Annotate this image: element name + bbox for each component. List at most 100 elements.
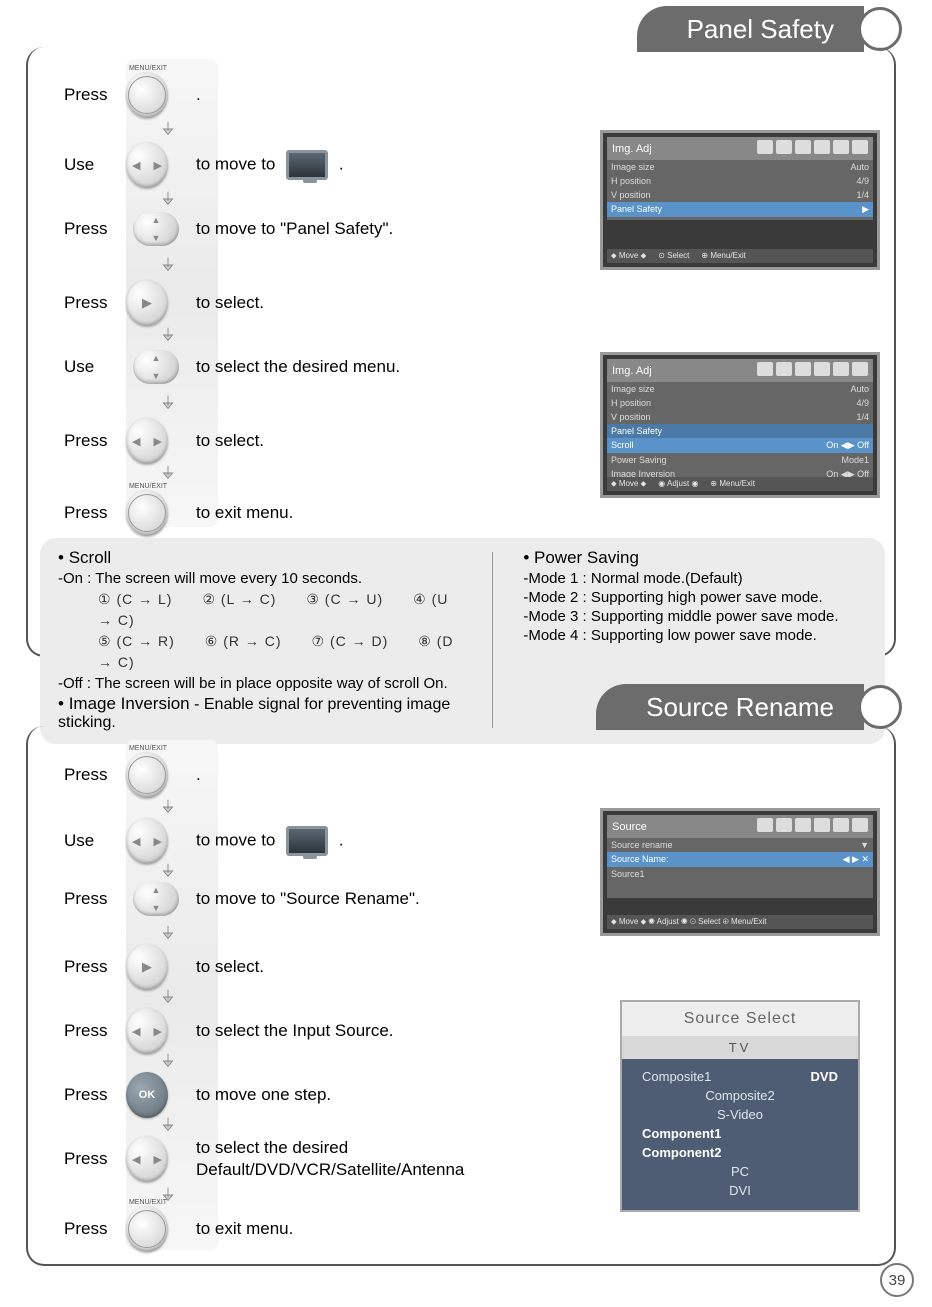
osd-footer: ⬥ Move ⬥ ◉ Adjust ◉ ⊕ Menu/Exit <box>607 477 873 491</box>
osd-row: Source rename▼ <box>607 838 873 852</box>
step-text: to select the desired Default/DVD/VCR/Sa… <box>196 1137 584 1181</box>
step-text: to select. <box>196 431 584 451</box>
step-verb: Press <box>64 431 126 451</box>
ps-step-3: Press to move to "Panel Safety". <box>64 212 584 246</box>
pre-text: to move to <box>196 154 275 173</box>
step-verb: Press <box>64 1085 126 1105</box>
mode2: -Mode 2 : Supporting high power save mod… <box>523 589 867 606</box>
right-button-icon <box>126 280 168 326</box>
step-text: to move to . <box>196 826 584 856</box>
scroll-off: -Off : The screen will be in place oppos… <box>58 675 462 692</box>
osd-row-highlight: Source Name:◀ ▶ ✕ <box>607 852 873 867</box>
step-verb: Press <box>64 85 126 105</box>
ps-step-6: Press to select. <box>64 418 584 464</box>
osd-screenshot-2: Img. Adj Image sizeAuto H position4/9 V … <box>600 352 880 498</box>
osd-title: Img. Adj <box>612 143 652 155</box>
step-text: to select. <box>196 293 584 313</box>
menu-exit-button-icon <box>126 490 168 536</box>
osd-row-highlight: ScrollOn ◀▶ Off <box>607 438 873 453</box>
osd-icon-row <box>754 362 868 379</box>
osd-source-screenshot: Source Source rename▼ Source Name:◀ ▶ ✕ … <box>600 808 880 936</box>
page-number: 39 <box>880 1263 914 1297</box>
down-arrow-icon <box>159 256 177 279</box>
osd-title: Img. Adj <box>612 365 652 377</box>
scroll-sequence-b: ⑤ (C → R) ⑥ (R → C) ⑦ (C → D) ⑧ (D → C) <box>58 631 462 673</box>
left-right-button-icon <box>126 142 168 188</box>
step-text: to move one step. <box>196 1085 584 1105</box>
step-verb: Press <box>64 889 126 909</box>
ok-button-icon <box>126 1072 168 1118</box>
post-text: . <box>339 154 344 173</box>
osd-body: Image sizeAuto H position4/9 V position1… <box>607 160 873 220</box>
step-verb: Use <box>64 357 126 377</box>
sr-step-1: Press . <box>64 752 584 798</box>
sr-step-6: Press to move one step. <box>64 1072 584 1118</box>
ps-step-5: Use to select the desired menu. <box>64 350 584 384</box>
source-row: DVI <box>642 1181 838 1200</box>
step-text: to move to "Source Rename". <box>196 889 584 909</box>
scroll-sequence-a: ① (C → L) ② (L → C) ③ (C → U) ④ (U → C) <box>58 589 462 631</box>
source-row: S-Video <box>642 1105 838 1124</box>
osd-body: Source rename▼ Source Name:◀ ▶ ✕ Source1 <box>607 838 873 898</box>
source-row: PC <box>642 1162 838 1181</box>
tab-label: Panel Safety <box>637 6 864 52</box>
source-rename-tab: Source Rename <box>596 684 902 730</box>
step-verb: Use <box>64 155 126 175</box>
sr-step-8: Press to exit menu. <box>64 1206 584 1252</box>
step-verb: Press <box>64 1149 126 1169</box>
step-verb: Press <box>64 765 126 785</box>
menu-exit-button-icon <box>126 752 168 798</box>
source-select-popup: Source Select TV Composite1DVD Composite… <box>620 1000 860 1212</box>
left-right-button-icon <box>126 418 168 464</box>
ps-step-2: Use to move to . <box>64 142 584 188</box>
source-row: Component1 <box>642 1124 838 1143</box>
step-text: to select the desired menu. <box>196 357 584 377</box>
osd-row: Image sizeAuto <box>607 382 873 396</box>
mode3: -Mode 3 : Supporting middle power save m… <box>523 608 867 625</box>
osd-row: Power SavingMode1 <box>607 453 873 467</box>
step-verb: Press <box>64 503 126 523</box>
panel-safety-tab: Panel Safety <box>637 6 902 52</box>
osd-row: Panel Safety <box>607 424 873 438</box>
step-text: to exit menu. <box>196 1219 584 1239</box>
source-select-body: TV Composite1DVD Composite2 S-Video Comp… <box>622 1036 858 1210</box>
step-text: to exit menu. <box>196 503 584 523</box>
osd-row-highlight: Panel Safety▶ <box>607 202 873 217</box>
osd-row: V position1/4 <box>607 410 873 424</box>
step-verb: Press <box>64 219 126 239</box>
down-arrow-icon <box>159 326 177 349</box>
menu-exit-button-icon <box>126 72 168 118</box>
power-saving-title: Power Saving <box>523 548 867 568</box>
ps-step-4: Press to select. <box>64 280 584 326</box>
sr-step-7: Press to select the desired Default/DVD/… <box>64 1136 584 1182</box>
step-text: to select. <box>196 957 584 977</box>
step-verb: Press <box>64 293 126 313</box>
inversion-title: Image Inversion <box>58 694 190 713</box>
step-verb: Use <box>64 831 126 851</box>
right-button-icon <box>126 944 168 990</box>
left-right-button-icon <box>126 818 168 864</box>
osd-header: Source <box>607 815 873 838</box>
osd-screenshot-1: Img. Adj Image sizeAuto H position4/9 V … <box>600 130 880 270</box>
scroll-on: -On : The screen will move every 10 seco… <box>58 570 462 587</box>
osd-header: Img. Adj <box>607 359 873 382</box>
mode1: -Mode 1 : Normal mode.(Default) <box>523 570 867 587</box>
mode4: -Mode 4 : Supporting low power save mode… <box>523 627 867 644</box>
osd-icon-row <box>754 818 868 835</box>
menu-exit-button-icon <box>126 1206 168 1252</box>
info-divider <box>492 552 493 728</box>
step-text: to select the Input Source. <box>196 1021 584 1041</box>
step-text: to move to "Panel Safety". <box>196 219 584 239</box>
osd-row: V position1/4 <box>607 188 873 202</box>
osd-header: Img. Adj <box>607 137 873 160</box>
sr-step-2: Use to move to . <box>64 818 584 864</box>
up-down-button-icon <box>133 882 179 916</box>
tv-icon <box>286 826 328 856</box>
ps-step-1: Press . <box>64 72 584 118</box>
osd-row: Source1 <box>607 867 873 881</box>
tab-circle-decoration <box>858 685 902 729</box>
source-row: Composite2 <box>642 1086 838 1105</box>
step-verb: Press <box>64 1219 126 1239</box>
osd-footer: ⬥ Move ⬥ ⊙ Select ⊕ Menu/Exit <box>607 249 873 263</box>
down-arrow-icon <box>159 120 177 143</box>
